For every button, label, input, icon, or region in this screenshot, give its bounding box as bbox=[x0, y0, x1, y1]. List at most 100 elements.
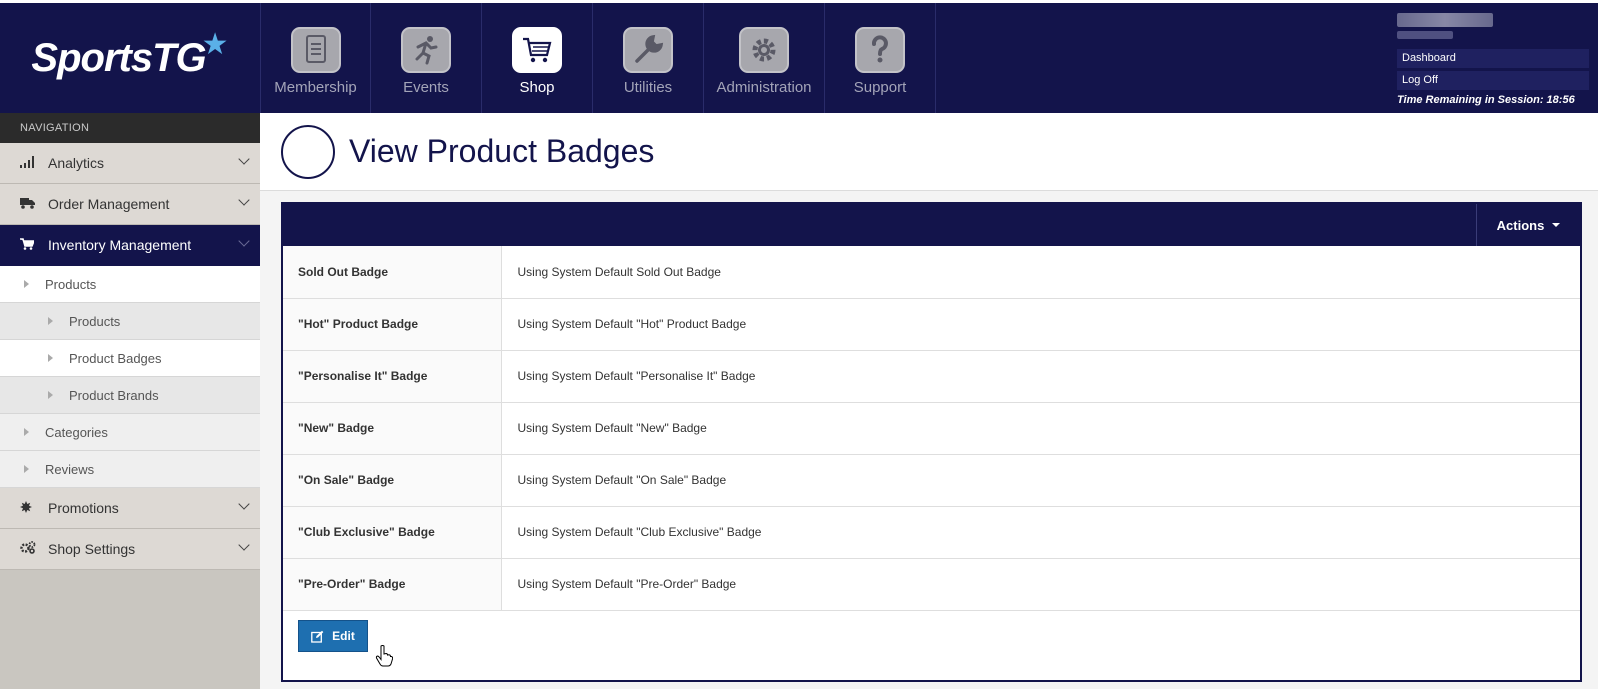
topnav-events[interactable]: Events bbox=[371, 3, 482, 113]
events-runner-icon bbox=[401, 27, 451, 73]
caret-right-icon bbox=[24, 280, 29, 288]
support-question-icon bbox=[855, 27, 905, 73]
edit-pencil-icon bbox=[311, 630, 324, 643]
sidebar-item-inventory-management[interactable]: Inventory Management bbox=[0, 225, 260, 266]
title-circle-icon bbox=[281, 124, 335, 179]
badge-label: "Pre-Order" Badge bbox=[283, 558, 502, 611]
caret-right-icon bbox=[24, 428, 29, 436]
top-nav: Membership Events Shop Utilities Adminis… bbox=[260, 3, 936, 113]
sidebar-sub-label: Reviews bbox=[45, 461, 95, 477]
chevron-down-icon bbox=[238, 194, 250, 206]
user-org-blurred bbox=[1397, 31, 1453, 39]
topnav-utilities[interactable]: Utilities bbox=[593, 3, 704, 113]
sidebar-item-label: Promotions bbox=[48, 500, 119, 516]
page-title-bar: View Product Badges bbox=[260, 113, 1598, 191]
main-content: View Product Badges Actions Sold Out Bad… bbox=[260, 113, 1598, 689]
sidebar-sub-categories[interactable]: Categories bbox=[0, 414, 260, 451]
table-row: "Personalise It" Badge Using System Defa… bbox=[283, 350, 1580, 403]
badge-value: Using System Default "Personalise It" Ba… bbox=[501, 350, 1580, 403]
table-row: "Pre-Order" Badge Using System Default "… bbox=[283, 558, 1580, 611]
topnav-label: Utilities bbox=[623, 79, 673, 96]
badge-label: "Personalise It" Badge bbox=[283, 350, 502, 403]
badge-value: Using System Default Sold Out Badge bbox=[501, 246, 1580, 299]
badge-label: "Hot" Product Badge bbox=[283, 298, 502, 351]
table-row: Sold Out Badge Using System Default Sold… bbox=[283, 246, 1580, 299]
sidebar-item-label: Shop Settings bbox=[48, 541, 136, 557]
badge-label: Sold Out Badge bbox=[283, 246, 502, 299]
sidebar-sub-label: Product Badges bbox=[69, 350, 162, 366]
topnav-label: Support bbox=[853, 79, 907, 96]
edit-label: Edit bbox=[332, 629, 355, 643]
actions-dropdown-button[interactable]: Actions bbox=[1476, 204, 1580, 246]
logo-star-icon: ★ bbox=[201, 27, 229, 61]
badge-value: Using System Default "New" Badge bbox=[501, 402, 1580, 455]
nav-heading: NAVIGATION bbox=[0, 113, 260, 143]
sidebar-item-analytics[interactable]: Analytics bbox=[0, 143, 260, 184]
sidebar-sub-product-brands[interactable]: Product Brands bbox=[0, 377, 260, 414]
caret-right-icon bbox=[48, 391, 53, 399]
truck-icon bbox=[20, 197, 38, 212]
topnav-label: Administration bbox=[716, 79, 812, 96]
user-box: Dashboard Log Off Time Remaining in Sess… bbox=[1397, 13, 1589, 106]
membership-icon bbox=[290, 27, 341, 73]
panel-header: Actions bbox=[283, 204, 1580, 246]
dashboard-link[interactable]: Dashboard bbox=[1397, 49, 1589, 68]
logo-text: SportsTG bbox=[31, 35, 206, 80]
table-row: "On Sale" Badge Using System Default "On… bbox=[283, 454, 1580, 507]
hand-cursor-icon bbox=[375, 645, 393, 667]
chevron-down-icon bbox=[238, 235, 250, 247]
sidebar-sub-product-badges[interactable]: Product Badges bbox=[0, 340, 260, 377]
sidebar-sub-label: Products bbox=[69, 313, 121, 329]
topnav-label: Events bbox=[403, 79, 449, 96]
sidebar-item-label: Order Management bbox=[48, 196, 170, 212]
sidebar: NAVIGATION Analytics Order Management In… bbox=[0, 113, 260, 689]
caret-right-icon bbox=[24, 465, 29, 473]
table-row: "New" Badge Using System Default "New" B… bbox=[283, 402, 1580, 455]
logoff-link[interactable]: Log Off bbox=[1397, 71, 1589, 90]
session-timer: Time Remaining in Session: 18:56 bbox=[1397, 94, 1575, 106]
badges-table: Sold Out Badge Using System Default Sold… bbox=[283, 246, 1580, 611]
caret-right-icon bbox=[48, 317, 53, 325]
sidebar-item-promotions[interactable]: Promotions bbox=[0, 488, 260, 529]
sportstg-logo[interactable]: SportsTG ★ bbox=[0, 3, 260, 113]
topnav-support[interactable]: Support bbox=[825, 3, 936, 113]
edit-button[interactable]: Edit bbox=[298, 620, 368, 652]
badge-value: Using System Default "Pre-Order" Badge bbox=[501, 558, 1580, 611]
topnav-label: Shop bbox=[519, 79, 555, 96]
page-title: View Product Badges bbox=[349, 133, 655, 169]
badge-value: Using System Default "On Sale" Badge bbox=[501, 454, 1580, 507]
sidebar-item-order-management[interactable]: Order Management bbox=[0, 184, 260, 225]
topnav-administration[interactable]: Administration bbox=[704, 3, 825, 113]
table-row: "Hot" Product Badge Using System Default… bbox=[283, 298, 1580, 351]
chevron-down-icon bbox=[238, 539, 250, 551]
badge-label: "On Sale" Badge bbox=[283, 454, 502, 507]
sidebar-sub-reviews[interactable]: Reviews bbox=[0, 451, 260, 488]
cart-icon bbox=[20, 237, 38, 253]
sidebar-sub-label: Categories bbox=[45, 424, 108, 440]
sidebar-item-label: Inventory Management bbox=[48, 237, 192, 253]
topnav-membership[interactable]: Membership bbox=[260, 3, 371, 113]
badge-value: Using System Default "Hot" Product Badge bbox=[501, 298, 1580, 351]
signal-bars-icon bbox=[20, 155, 38, 171]
badge-value: Using System Default "Club Exclusive" Ba… bbox=[501, 506, 1580, 559]
actions-label: Actions bbox=[1496, 217, 1545, 233]
chevron-down-icon bbox=[238, 153, 250, 165]
caret-down-icon bbox=[1552, 223, 1561, 227]
sidebar-sub-products-child[interactable]: Products bbox=[0, 303, 260, 340]
shop-cart-icon bbox=[512, 27, 562, 73]
topnav-shop[interactable]: Shop bbox=[482, 3, 593, 113]
top-header: SportsTG ★ Membership Events Shop Utilit… bbox=[0, 0, 1598, 113]
user-name-blurred bbox=[1397, 13, 1493, 27]
badge-label: "Club Exclusive" Badge bbox=[283, 506, 502, 559]
utilities-wrench-icon bbox=[623, 27, 673, 73]
caret-right-icon bbox=[48, 354, 53, 362]
badge-label: "New" Badge bbox=[283, 402, 502, 455]
sidebar-item-shop-settings[interactable]: Shop Settings bbox=[0, 529, 260, 570]
sidebar-sub-products[interactable]: Products bbox=[0, 266, 260, 303]
table-row: "Club Exclusive" Badge Using System Defa… bbox=[283, 506, 1580, 559]
cogs-icon bbox=[20, 541, 38, 557]
chevron-down-icon bbox=[238, 498, 250, 510]
badges-panel: Actions Sold Out Badge Using System Defa… bbox=[281, 202, 1582, 682]
burst-badge-icon bbox=[20, 500, 38, 516]
sidebar-sub-label: Product Brands bbox=[69, 387, 159, 403]
